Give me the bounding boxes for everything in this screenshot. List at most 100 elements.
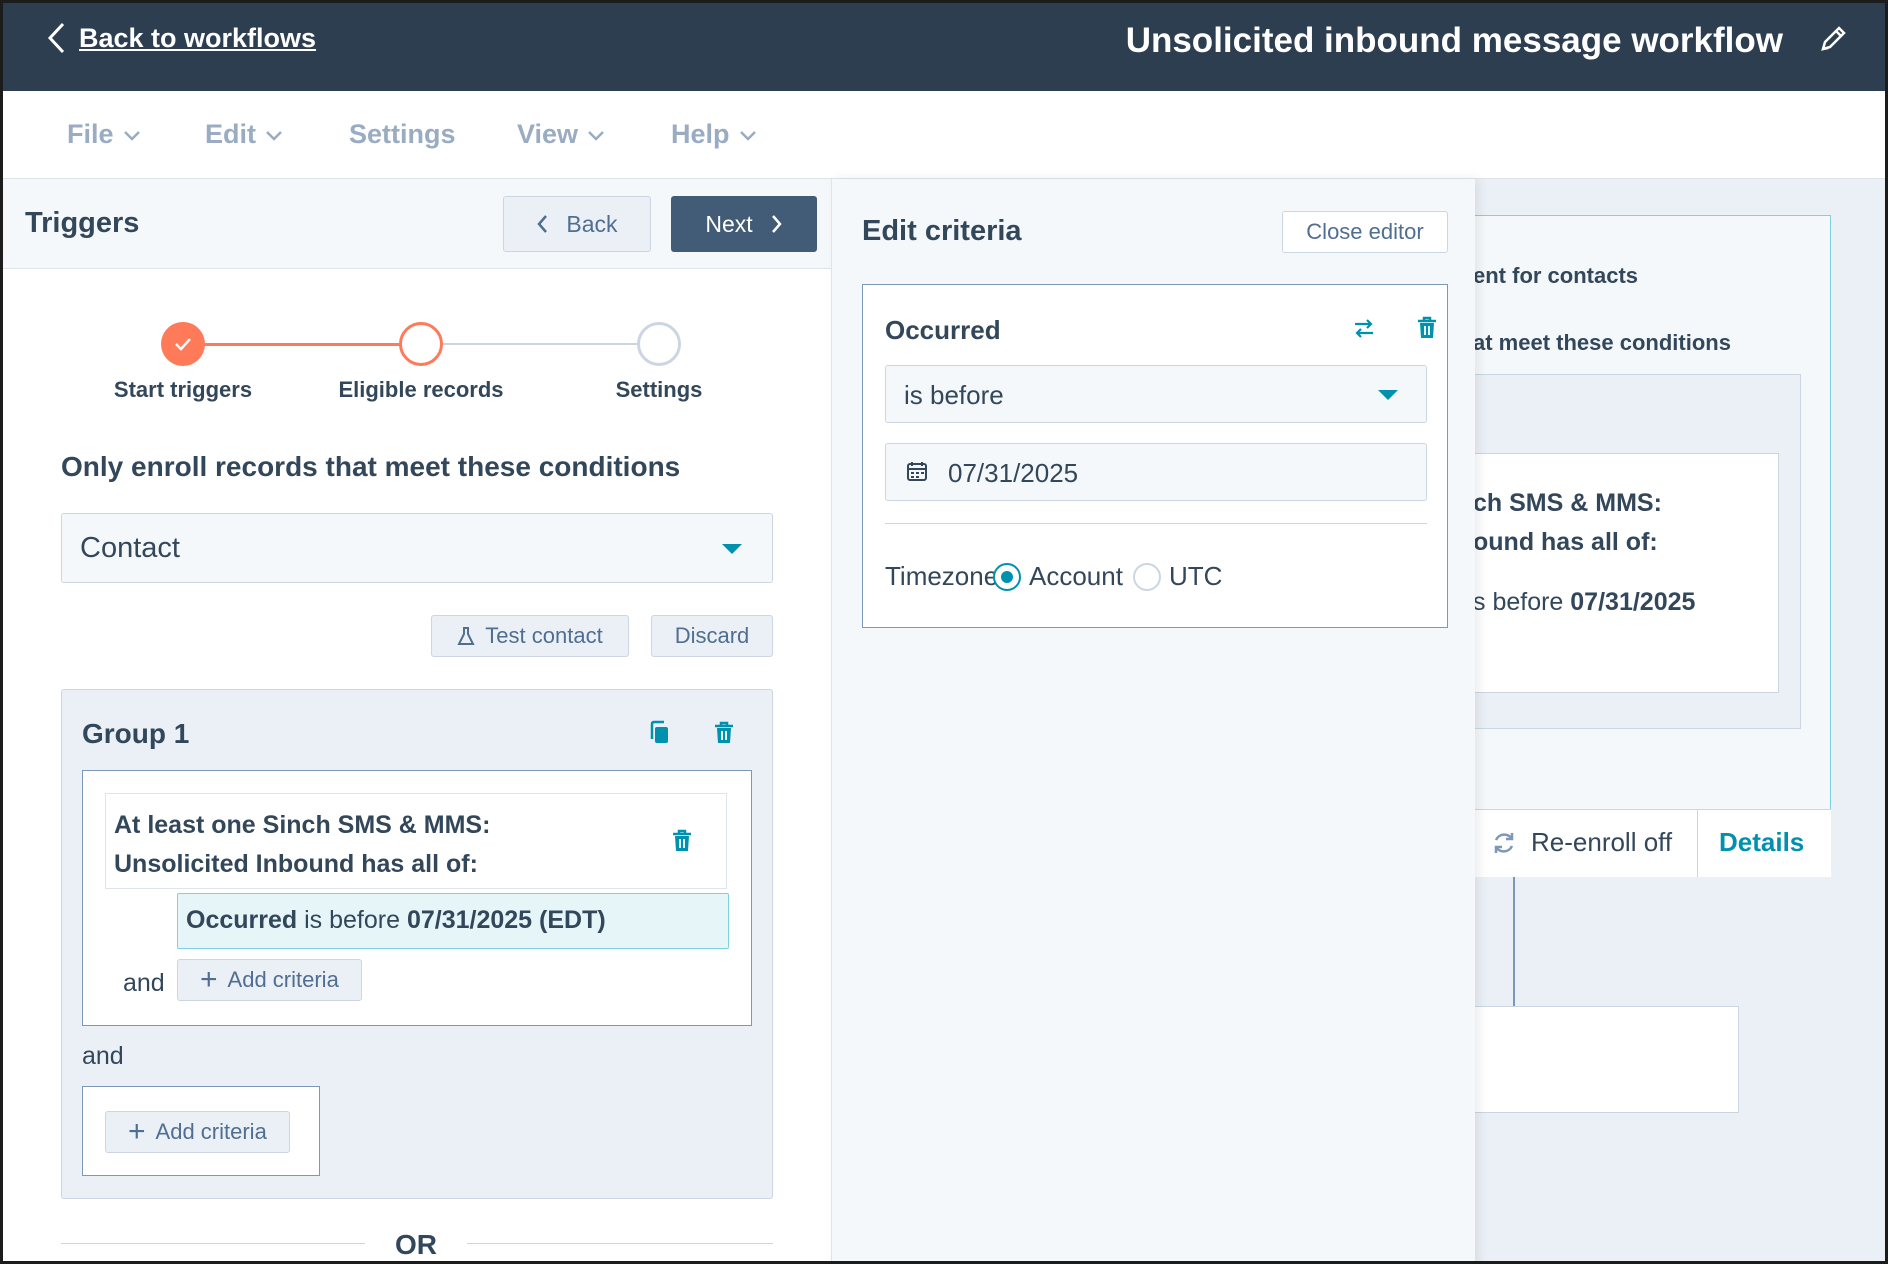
step-start-triggers[interactable] [161, 322, 205, 366]
flask-icon [457, 627, 475, 645]
chevron-down-icon [266, 130, 282, 141]
menu-file[interactable]: File [67, 119, 142, 150]
workflow-connector [1513, 877, 1515, 1007]
date-value: 07/31/2025 [948, 458, 1079, 488]
and-label: and [123, 969, 165, 997]
checkmark-icon [175, 338, 191, 351]
top-header: Back to workflows Unsolicited inbound me… [3, 3, 1885, 91]
menu-edit-label: Edit [205, 119, 256, 149]
menu-edit[interactable]: Edit [205, 119, 284, 150]
or-divider-left [61, 1243, 365, 1244]
chevron-right-icon [771, 215, 782, 233]
timezone-utc-radio[interactable] [1133, 563, 1161, 591]
chevron-left-icon [47, 22, 65, 54]
discard-button[interactable]: Discard [651, 615, 773, 657]
step-label-start-triggers: Start triggers [113, 377, 253, 402]
or-divider-right [467, 1243, 773, 1244]
add-criteria-label: Add criteria [227, 967, 339, 992]
caret-down-icon [1378, 390, 1398, 400]
next-button[interactable]: Next [671, 196, 817, 252]
plus-icon: + [200, 963, 218, 996]
test-contact-button[interactable]: Test contact [431, 615, 629, 657]
footer-divider [1697, 809, 1698, 877]
or-label: OR [395, 1229, 437, 1260]
card-condition-line-1: ch SMS & MMS: [1473, 489, 1662, 517]
menu-file-label: File [67, 119, 114, 149]
add-criteria-button[interactable]: + Add criteria [177, 959, 362, 1001]
edit-criteria-title: Edit criteria [862, 215, 1022, 247]
condition-line-1: At least one Sinch SMS & MMS: [114, 811, 491, 839]
details-link[interactable]: Details [1719, 827, 1804, 858]
criteria-editor-card: Occurred is before 07/31/2025 Timezone: … [862, 284, 1448, 628]
menu-help[interactable]: Help [671, 119, 758, 150]
chevron-down-icon [123, 130, 140, 141]
criteria-group: Group 1 At least one Sinch SMS & MMS: Un… [61, 689, 773, 1199]
menu-settings[interactable]: Settings [349, 119, 456, 150]
trash-icon[interactable] [1415, 315, 1439, 341]
pencil-icon[interactable] [1819, 23, 1849, 53]
test-contact-label: Test contact [485, 623, 603, 648]
step-label-settings: Settings [615, 377, 703, 402]
card-condition-operator: s before [1473, 588, 1571, 616]
association-condition-text: At least one Sinch SMS & MMS: Unsolicite… [114, 806, 490, 884]
workflow-title: Unsolicited inbound message workflow [1125, 21, 1783, 60]
menu-help-label: Help [671, 119, 730, 149]
criteria-property: Occurred [186, 906, 298, 934]
app-frame: Back to workflows Unsolicited inbound me… [0, 0, 1888, 1264]
object-type-value: Contact [80, 532, 180, 564]
trash-icon[interactable] [712, 720, 736, 746]
back-button[interactable]: Back [503, 196, 651, 252]
triggers-title: Triggers [25, 207, 140, 239]
timezone-account-label[interactable]: Account [1029, 561, 1123, 592]
stepper-track-line [420, 343, 657, 345]
back-link-label: Back to workflows [79, 22, 317, 53]
selected-criteria-chip[interactable]: Occurred is before 07/31/2025 (EDT) [177, 893, 729, 949]
menu-view[interactable]: View [517, 119, 606, 150]
copy-icon[interactable] [648, 720, 672, 746]
triggers-header: Triggers Back Next [3, 179, 831, 269]
group-title: Group 1 [82, 718, 190, 749]
add-criteria-button[interactable]: + Add criteria [105, 1111, 290, 1153]
date-input[interactable]: 07/31/2025 [885, 443, 1427, 501]
trash-icon[interactable] [670, 828, 694, 854]
close-editor-button[interactable]: Close editor [1282, 211, 1448, 253]
editor-divider [885, 523, 1427, 524]
card-condition-line-3: s before 07/31/2025 [1473, 588, 1695, 617]
edit-criteria-panel: Edit criteria Close editor Occurred is b… [831, 179, 1475, 1261]
card-condition-date: 07/31/2025 [1570, 588, 1696, 616]
object-type-select[interactable]: Contact [61, 513, 773, 583]
card-line-2: at meet these conditions [1473, 330, 1731, 355]
caret-down-icon [722, 544, 742, 554]
timezone-utc-label[interactable]: UTC [1169, 561, 1222, 592]
menu-view-label: View [517, 119, 579, 149]
menu-bar: File Edit Settings View Help [3, 91, 1885, 179]
next-button-label: Next [705, 210, 753, 237]
plus-icon: + [128, 1115, 146, 1148]
chevron-left-icon [537, 215, 548, 233]
stepper-progress-line [183, 343, 420, 346]
criteria-operator: is before [304, 906, 401, 934]
enroll-heading: Only enroll records that meet these cond… [61, 451, 681, 482]
reenroll-toggle[interactable]: Re-enroll off [1491, 827, 1672, 858]
operator-value: is before [904, 380, 1004, 410]
back-button-label: Back [566, 210, 618, 237]
and-label: and [82, 1042, 124, 1070]
step-eligible-records[interactable] [399, 322, 443, 366]
calendar-icon [907, 462, 927, 481]
step-label-eligible-records: Eligible records [338, 377, 504, 402]
step-settings[interactable] [637, 322, 681, 366]
timezone-label: Timezone: [885, 561, 1006, 591]
association-condition: At least one Sinch SMS & MMS: Unsolicite… [105, 793, 727, 889]
reenroll-label: Re-enroll off [1531, 827, 1673, 857]
criteria-value: 07/31/2025 (EDT) [406, 906, 606, 934]
chevron-down-icon [739, 130, 756, 141]
operator-select[interactable]: is before [885, 365, 1427, 423]
triggers-panel: Triggers Back Next Start triggers Eligib… [3, 179, 831, 1261]
menu-settings-label: Settings [349, 119, 456, 149]
chevron-down-icon [588, 130, 604, 141]
card-condition-line-2: ound has all of: [1473, 528, 1658, 556]
swap-icon[interactable] [1351, 315, 1377, 341]
timezone-account-radio[interactable] [993, 563, 1021, 591]
add-criteria-label: Add criteria [155, 1119, 267, 1144]
back-to-workflows-link[interactable]: Back to workflows [45, 21, 316, 55]
